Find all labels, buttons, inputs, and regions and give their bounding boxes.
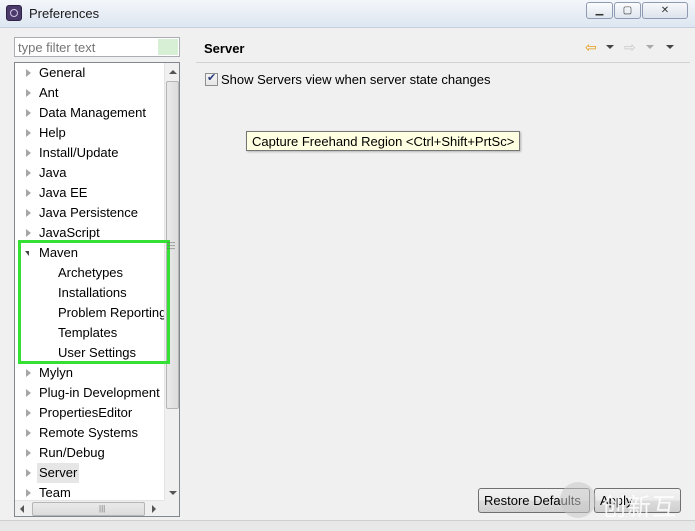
tree-item-label: Server <box>37 463 80 483</box>
maximize-icon: ▢ <box>622 5 633 16</box>
tree-item[interactable]: Java <box>15 163 164 183</box>
page-divider <box>196 62 690 63</box>
tree-item[interactable]: Help <box>15 123 164 143</box>
tree-item[interactable]: General <box>15 63 164 83</box>
collapsed-arrow-icon[interactable] <box>26 89 31 97</box>
tree-item[interactable]: Templates <box>15 323 164 343</box>
tree-horizontal-scrollbar[interactable]: ||| <box>15 500 164 516</box>
collapsed-arrow-icon[interactable] <box>26 109 31 117</box>
tree-item-label: Help <box>39 125 66 140</box>
sash-grip-icon[interactable]: — — — <box>167 239 175 253</box>
tree-item-label: Install/Update <box>39 145 119 160</box>
scroll-down-icon[interactable] <box>169 491 177 495</box>
apply-button[interactable]: Apply <box>594 488 681 513</box>
minimize-button[interactable]: ▁ <box>586 2 613 19</box>
forward-menu-dropdown[interactable] <box>646 40 654 56</box>
tree-item-label: Java EE <box>39 185 88 200</box>
maximize-button[interactable]: ▢ <box>614 2 641 19</box>
grip-icon: ||| <box>99 504 106 513</box>
tree-item-label: Run/Debug <box>39 445 105 460</box>
expanded-arrow-icon[interactable] <box>25 251 29 256</box>
scroll-thumb-horizontal[interactable]: ||| <box>32 502 145 516</box>
tree-item-label: Java <box>39 165 67 180</box>
window-title: Preferences <box>29 6 100 21</box>
collapsed-arrow-icon[interactable] <box>26 149 31 157</box>
minimize-icon: ▁ <box>595 5 604 16</box>
view-menu-dropdown[interactable] <box>666 40 674 56</box>
tree-item[interactable]: Mylyn <box>15 363 164 383</box>
tree-item[interactable]: Archetypes <box>15 263 164 283</box>
tree-item-label: Remote Systems <box>39 425 138 440</box>
tree-item-label: General <box>39 65 86 80</box>
scroll-left-icon[interactable] <box>20 505 24 513</box>
tree-item[interactable]: Ant <box>15 83 164 103</box>
dialog-bottom-edge <box>0 520 695 531</box>
tree-item-label: PropertiesEditor <box>39 405 133 420</box>
collapsed-arrow-icon[interactable] <box>26 369 31 377</box>
tree-item-label: Problem Reporting <box>58 305 167 320</box>
tree-item-label: Data Management <box>39 105 146 120</box>
filter-input[interactable] <box>15 38 158 56</box>
collapsed-arrow-icon[interactable] <box>26 169 31 177</box>
tree-item-label: User Settings <box>58 345 137 360</box>
eclipse-app-icon <box>6 5 22 21</box>
tree-item[interactable]: Remote Systems <box>15 423 164 443</box>
tree-item[interactable]: Data Management <box>15 103 164 123</box>
tree-vertical-scrollbar[interactable] <box>164 63 179 500</box>
tree-item[interactable]: Problem Reporting <box>15 303 167 323</box>
tree-item[interactable]: Java Persistence <box>15 203 164 223</box>
tree-item[interactable]: Maven <box>15 243 164 263</box>
tree-item[interactable]: Installations <box>15 283 164 303</box>
tree-item-label: JavaScript <box>39 225 100 240</box>
page-title: Server <box>204 41 245 56</box>
collapsed-arrow-icon[interactable] <box>26 189 31 197</box>
show-servers-checkbox[interactable] <box>205 71 218 86</box>
preferences-window: Preferences ▁ ▢ ✕ General Ant Data Managem… <box>0 0 695 531</box>
collapsed-arrow-icon[interactable] <box>26 469 31 477</box>
tree-item-label: Mylyn <box>39 365 73 380</box>
tree-item[interactable]: User Settings <box>15 343 164 363</box>
forward-arrow-icon[interactable]: ⇨ <box>624 40 636 56</box>
collapsed-arrow-icon[interactable] <box>26 489 31 497</box>
collapsed-arrow-icon[interactable] <box>26 409 31 417</box>
collapsed-arrow-icon[interactable] <box>26 69 31 77</box>
collapsed-arrow-icon[interactable] <box>26 129 31 137</box>
filter-box[interactable] <box>14 37 180 57</box>
tree-item[interactable]: Plug-in Development <box>15 383 164 403</box>
tree-item-label: Plug-in Development <box>39 385 160 400</box>
collapsed-arrow-icon[interactable] <box>26 429 31 437</box>
tree-item-label: Templates <box>58 325 118 340</box>
restore-defaults-button[interactable]: Restore Defaults <box>478 488 590 513</box>
tree-item-label: Ant <box>39 85 59 100</box>
scroll-up-icon[interactable] <box>169 70 177 74</box>
chevron-down-icon <box>606 45 614 49</box>
scroll-right-icon[interactable] <box>152 505 156 513</box>
preference-tree[interactable]: General Ant Data Management Help Install/Upd… <box>14 62 180 517</box>
collapsed-arrow-icon[interactable] <box>26 389 31 397</box>
chevron-down-icon <box>646 45 654 49</box>
tree-item[interactable]: Run/Debug <box>15 443 164 463</box>
tooltip: Capture Freehand Region <Ctrl+Shift+PrtS… <box>246 131 521 151</box>
collapsed-arrow-icon[interactable] <box>26 209 31 217</box>
clear-filter-icon[interactable] <box>158 39 178 55</box>
show-servers-label[interactable]: Show Servers view when server state chan… <box>221 72 491 87</box>
title-bar: Preferences ▁ ▢ ✕ <box>0 0 695 28</box>
tree-item[interactable]: Install/Update <box>15 143 164 163</box>
close-button[interactable]: ✕ <box>642 2 688 19</box>
tree-item-label: Archetypes <box>58 265 124 280</box>
collapsed-arrow-icon[interactable] <box>26 449 31 457</box>
tree-item[interactable]: JavaScript <box>15 223 164 243</box>
chevron-down-icon <box>666 45 674 49</box>
tree-item-label: Installations <box>58 285 127 300</box>
tree-item[interactable]: Server <box>15 463 164 483</box>
tree-item-label: Maven <box>39 245 79 260</box>
tree-item[interactable]: Java EE <box>15 183 164 203</box>
tree-item[interactable]: PropertiesEditor <box>15 403 164 423</box>
collapsed-arrow-icon[interactable] <box>26 229 31 237</box>
scroll-corner <box>164 500 179 516</box>
back-arrow-icon[interactable]: ⇦ <box>585 40 597 56</box>
back-menu-dropdown[interactable] <box>606 40 614 56</box>
close-icon: ✕ <box>660 5 670 16</box>
tree-item-label: Java Persistence <box>39 205 138 220</box>
